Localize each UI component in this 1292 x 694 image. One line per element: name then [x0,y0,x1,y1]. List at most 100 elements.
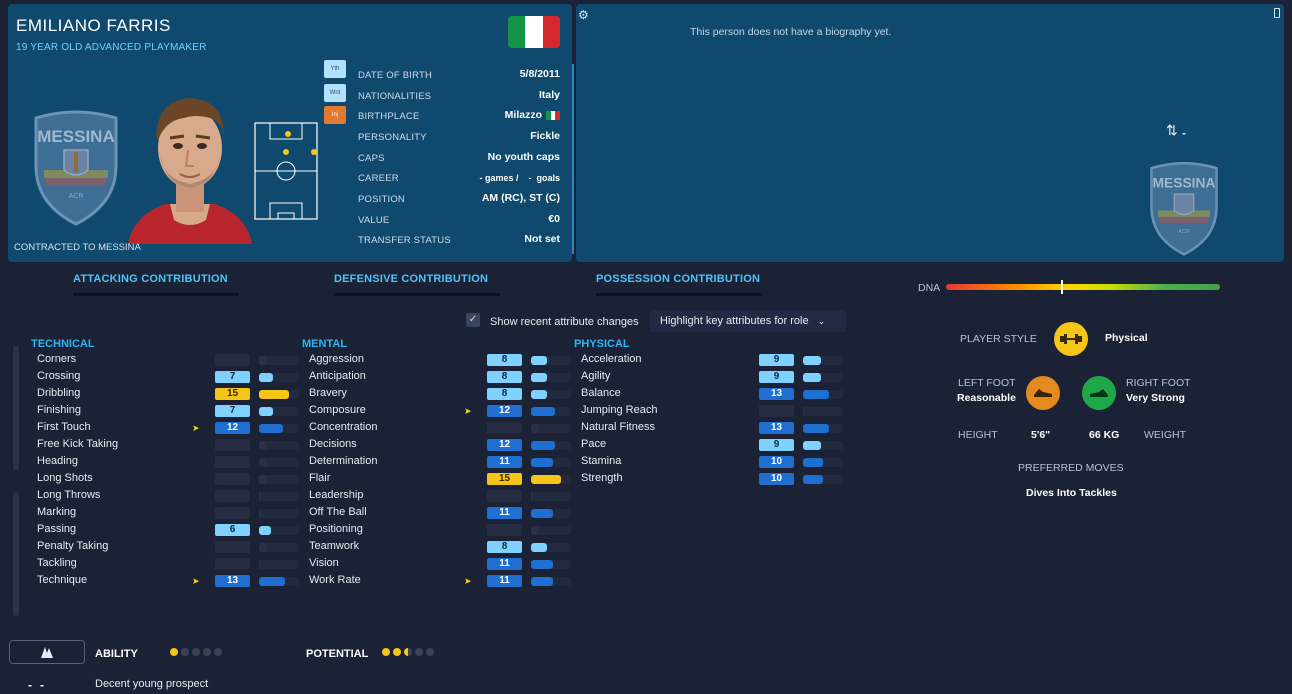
transfer-arrows-icon[interactable]: ⇅ [1166,122,1178,139]
attribute-bar-fill [259,356,267,365]
attribute-row[interactable]: Tackling [31,557,301,571]
attribute-bar-fill [259,458,267,467]
attribute-row[interactable]: Long Throws [31,489,301,503]
attribute-value: 8 [487,541,522,553]
attribute-bar-track [531,441,571,450]
attribute-name: Jumping Reach [581,404,658,416]
attribute-name: Marking [37,506,77,518]
attribute-bar-fill [531,373,547,382]
attribute-bar-fill [259,475,267,484]
attribute-name: Determination [309,455,378,467]
attribute-value: 12 [215,422,250,434]
attribute-bar-fill [531,458,553,467]
attribute-row[interactable]: Aggression 8 [303,353,573,367]
attribute-row[interactable]: Flair 15 [303,472,573,486]
left-foot-value: Reasonable [957,392,1016,404]
attribute-row[interactable]: Long Shots [31,472,301,486]
attribute-row[interactable]: Free Kick Taking [31,438,301,452]
scrollbar-left-bottom[interactable] [13,492,19,616]
attribute-value [487,490,522,502]
tab-attacking-contribution[interactable]: ATTACKING CONTRIBUTION [73,273,228,285]
show-recent-checkbox[interactable]: ✓ [466,313,480,327]
star-icon [382,648,390,656]
attribute-row[interactable]: Concentration [303,421,573,435]
info-label: DATE OF BIRTH [358,70,433,81]
attribute-row[interactable]: Penalty Taking [31,540,301,554]
attribute-value: 9 [759,371,794,383]
attribute-row[interactable]: Corners [31,353,301,367]
attribute-name: Off The Ball [309,506,367,518]
attribute-name: Decisions [309,438,357,450]
highlight-attributes-label: Highlight key attributes for role [660,315,809,327]
tab-defensive-contribution[interactable]: DEFENSIVE CONTRIBUTION [334,273,488,285]
attribute-row[interactable]: Work Rate ➤ 11 [303,574,573,588]
attribute-bar-track [531,492,571,501]
attribute-bar-fill [803,373,821,382]
settings-gear-icon[interactable]: ⚙ [578,8,589,22]
attribute-row[interactable]: Heading [31,455,301,469]
info-value[interactable]: Italy [539,89,560,101]
attribute-row[interactable]: Natural Fitness 13 [575,421,845,435]
tab-possession-contribution[interactable]: POSSESSION CONTRIBUTION [596,273,760,285]
player-header-panel: EMILIANO FARRIS 19 YEAR OLD ADVANCED PLA… [8,4,574,262]
attribute-row[interactable]: Technique ➤ 13 [31,574,301,588]
star-icon [426,648,434,656]
attribute-bar-track [259,356,299,365]
attribute-bar-fill [803,390,829,399]
right-boot-icon [1082,376,1116,410]
attribute-bar-fill [803,407,805,416]
attribute-value: 11 [487,558,522,570]
ability-label: ABILITY [95,648,138,660]
attribute-bar-fill [259,492,261,501]
attribute-row[interactable]: Anticipation 8 [303,370,573,384]
attribute-row[interactable]: Off The Ball 11 [303,506,573,520]
highlight-attributes-dropdown[interactable]: Highlight key attributes for role ⌄ [650,310,846,332]
attribute-row[interactable]: Determination 11 [303,455,573,469]
attribute-value [215,439,250,451]
attribute-row[interactable]: Vision 11 [303,557,573,571]
mental-section-title: MENTAL [302,338,348,350]
weight-value: 66 KG [1089,429,1120,441]
star-icon [192,648,200,656]
attribute-bar-fill [531,407,555,416]
attribute-row[interactable]: Decisions 12 [303,438,573,452]
info-value[interactable]: Not set [524,233,560,245]
attribute-row[interactable]: Pace 9 [575,438,845,452]
attribute-row[interactable]: Balance 13 [575,387,845,401]
attribute-bar-fill [531,509,553,518]
attribute-bar-track [531,543,571,552]
attribute-row[interactable]: Strength 10 [575,472,845,486]
attribute-bar-track [531,458,571,467]
attribute-row[interactable]: Teamwork 8 [303,540,573,554]
attribute-bar-track [531,424,571,433]
attribute-bar-fill [259,560,261,569]
attribute-row[interactable]: Finishing 7 [31,404,301,418]
scout-report-button[interactable] [9,640,85,664]
attribute-row[interactable]: Marking [31,506,301,520]
attribute-row[interactable]: Acceleration 9 [575,353,845,367]
attribute-row[interactable]: Bravery 8 [303,387,573,401]
attribute-row[interactable]: Dribbling 15 [31,387,301,401]
attribute-name: Positioning [309,523,363,535]
attribute-name: Balance [581,387,621,399]
info-value[interactable]: Milazzo [505,109,542,121]
attribute-bar-track [803,356,843,365]
attribute-row[interactable]: Crossing 7 [31,370,301,384]
attribute-row[interactable]: Agility 9 [575,370,845,384]
attribute-bar-track [531,390,571,399]
document-icon[interactable] [1274,8,1280,18]
attribute-row[interactable]: Stamina 10 [575,455,845,469]
attribute-bar-fill [259,373,273,382]
attribute-row[interactable]: Passing 6 [31,523,301,537]
attribute-row[interactable]: Positioning [303,523,573,537]
attribute-name: Corners [37,353,77,365]
attribute-row[interactable]: Leadership [303,489,573,503]
attribute-name: Bravery [309,387,347,399]
attribute-row[interactable]: First Touch ➤ 12 [31,421,301,435]
attribute-name: Technique [37,574,88,586]
scrollbar-left-top[interactable] [13,346,19,470]
attribute-bar-fill [531,492,533,501]
attribute-row[interactable]: Composure ➤ 12 [303,404,573,418]
preferred-move-item: Dives Into Tackles [1026,487,1117,499]
attribute-row[interactable]: Jumping Reach [575,404,845,418]
